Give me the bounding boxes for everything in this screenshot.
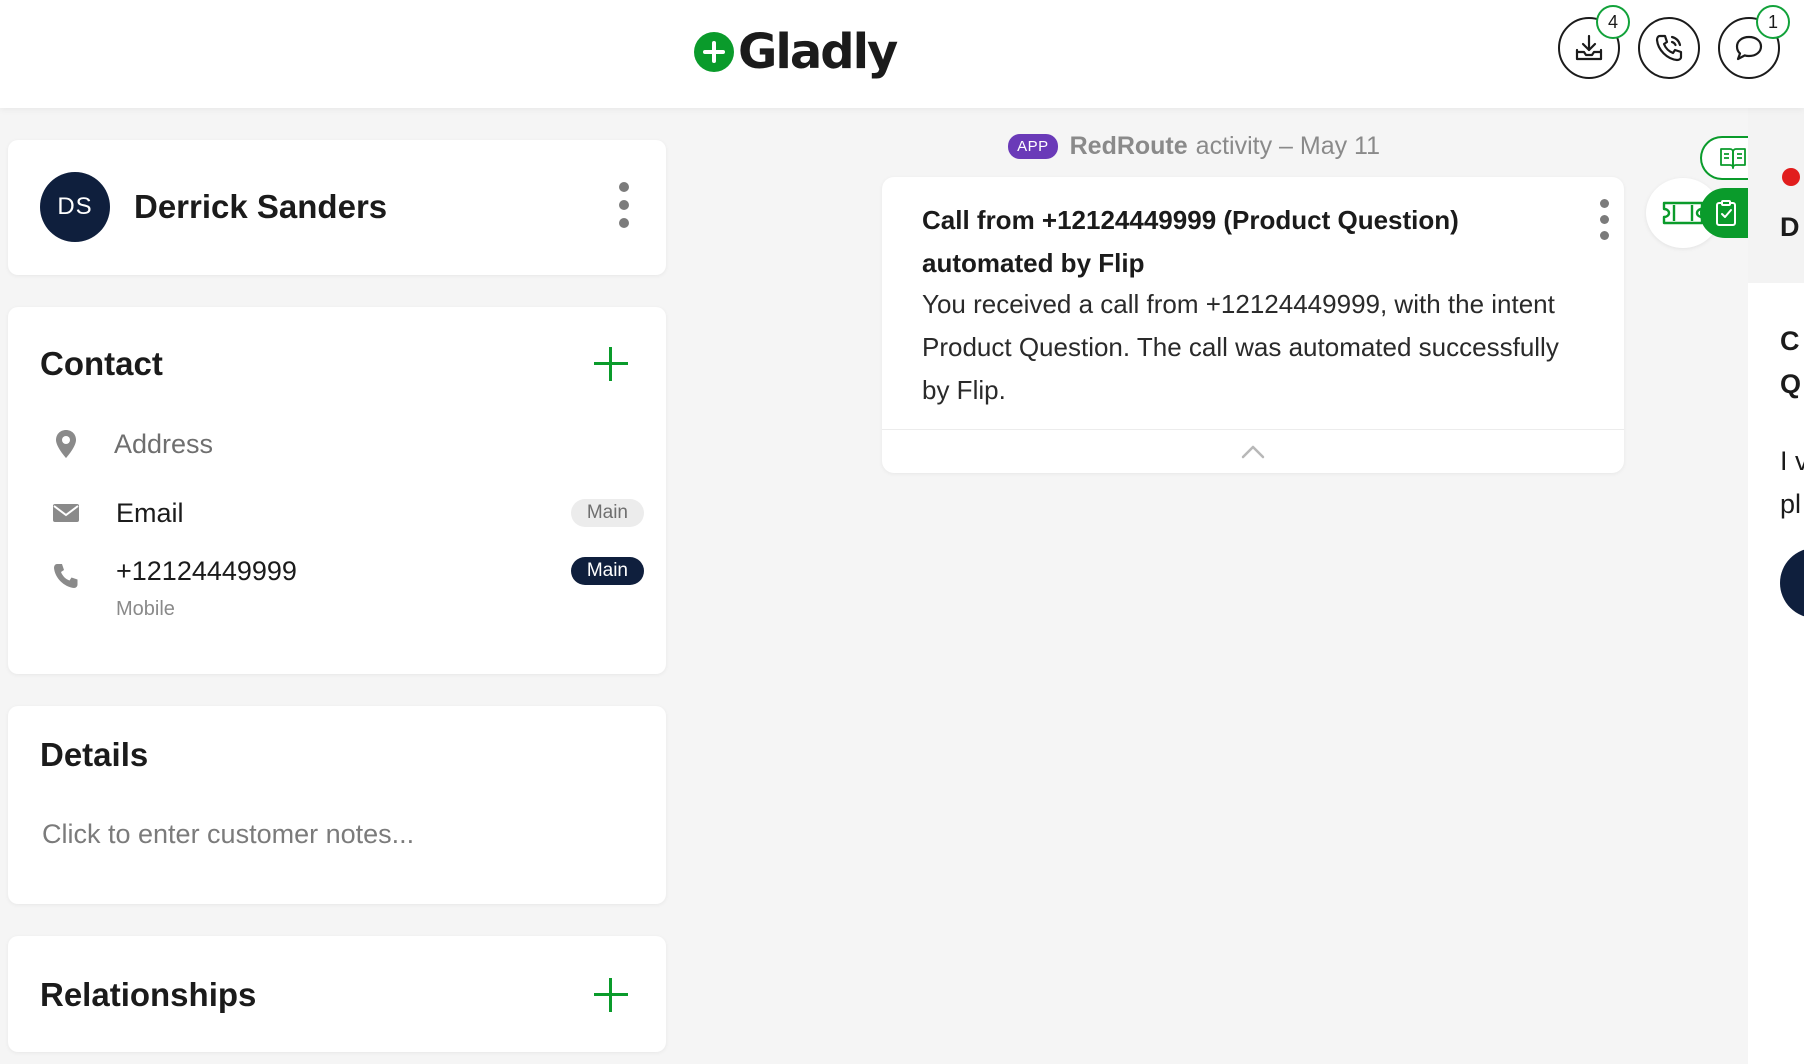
activity-title: Call from +12124449999 (Product Question… [922, 205, 1459, 278]
collapse-chevron-up-icon[interactable] [1236, 441, 1270, 463]
location-pin-icon [56, 430, 76, 458]
chat-button[interactable]: 1 [1718, 5, 1790, 79]
gladly-logo[interactable]: Gladly [694, 22, 898, 82]
details-title: Details [40, 736, 149, 773]
chat-count-badge: 1 [1756, 5, 1790, 39]
phone-number[interactable]: +12124449999 [116, 556, 297, 587]
add-contact-plus-icon[interactable] [594, 347, 628, 381]
open-book-icon [1720, 148, 1746, 169]
relationships-card: Relationships [8, 936, 666, 1052]
side-text-line-1: I v [1780, 446, 1804, 476]
agent-avatar[interactable] [1780, 548, 1804, 618]
conversation-side-panel: D C Q I v pl [1748, 108, 1804, 1064]
app-badge: APP [1008, 133, 1058, 159]
customer-name[interactable]: Derrick Sanders [134, 188, 387, 226]
contact-card: Contact Address Email Main +12124449999 … [8, 307, 666, 674]
app-name: RedRoute [1069, 131, 1188, 160]
address-row[interactable]: Address [44, 425, 644, 465]
side-title-line-1: C [1780, 326, 1800, 356]
activity-body: You received a call from +12124449999, w… [922, 289, 1559, 405]
activity-more-menu-icon[interactable] [1598, 199, 1610, 240]
customer-avatar[interactable]: DS [40, 172, 110, 242]
customer-profile-card: DS Derrick Sanders [8, 140, 666, 275]
inbox-button[interactable]: 4 [1558, 5, 1630, 79]
profile-more-menu-icon[interactable] [618, 182, 630, 228]
tasks-button[interactable] [1700, 188, 1752, 238]
side-panel-heading: D [1780, 212, 1800, 242]
envelope-icon [53, 504, 79, 522]
customer-notes-field[interactable]: Click to enter customer notes... [42, 819, 414, 850]
divider [882, 429, 1624, 430]
phone-button[interactable] [1638, 17, 1700, 79]
email-label[interactable]: Email [116, 498, 184, 529]
phone-row[interactable]: +12124449999 Mobile Main [44, 552, 644, 632]
ticket-icon [1662, 201, 1704, 225]
logo-text: Gladly [738, 24, 898, 80]
email-row[interactable]: Email Main [44, 494, 644, 534]
activity-header: APP RedRoute activity – May 11 [1008, 130, 1380, 162]
inbox-download-icon [1575, 34, 1603, 61]
side-text-line-2: pl [1780, 489, 1802, 519]
side-panel-title: C Q [1780, 320, 1801, 406]
contact-title: Contact [40, 345, 163, 382]
side-panel-header: D [1748, 108, 1804, 283]
address-placeholder[interactable]: Address [114, 429, 213, 460]
side-title-line-2: Q [1780, 369, 1802, 399]
details-card: Details Click to enter customer notes... [8, 706, 666, 904]
logo-plus-icon [694, 32, 734, 72]
email-main-tag: Main [570, 499, 644, 527]
side-panel-text: I v pl [1780, 440, 1804, 526]
activity-meta: activity – May 11 [1195, 131, 1380, 160]
inbox-count-badge: 4 [1596, 5, 1630, 39]
phone-main-tag: Main [570, 557, 644, 585]
phone-icon [1655, 34, 1683, 62]
phone-type: Mobile [116, 598, 175, 620]
chat-bubble-icon [1735, 35, 1763, 61]
phone-handset-icon [54, 564, 78, 588]
top-bar: Gladly 4 1 [0, 0, 1804, 108]
add-relationship-plus-icon[interactable] [594, 978, 628, 1012]
relationships-title: Relationships [40, 976, 257, 1013]
activity-card: Call from +12124449999 (Product Question… [882, 177, 1624, 473]
status-dot [1782, 168, 1800, 186]
clipboard-check-icon [1716, 200, 1736, 226]
